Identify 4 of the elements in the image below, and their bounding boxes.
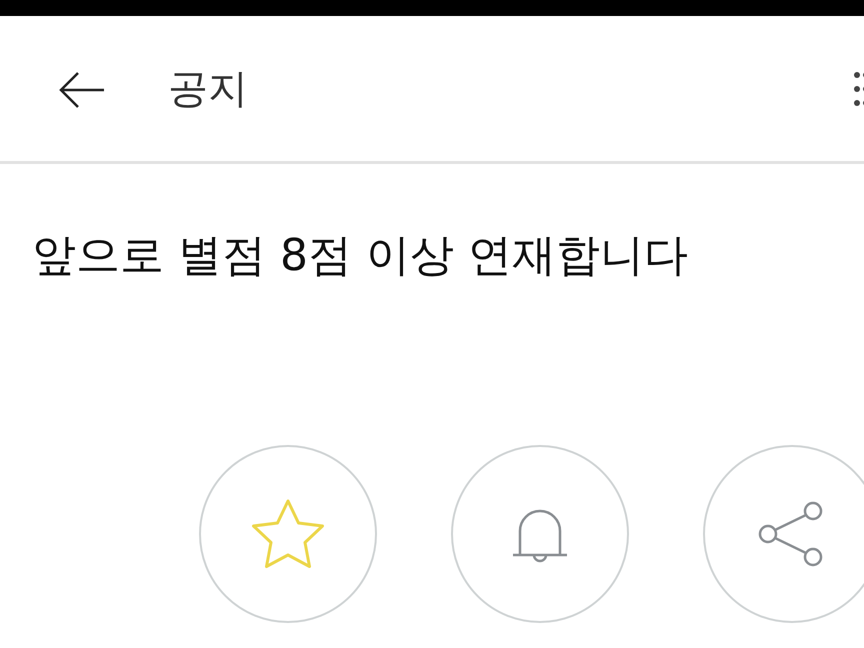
back-arrow-icon[interactable] <box>58 70 106 108</box>
star-icon <box>250 498 326 570</box>
page-title: 공지 <box>168 65 248 114</box>
notice-text: 앞으로 별점 8점 이상 연재합니다 <box>32 229 689 283</box>
